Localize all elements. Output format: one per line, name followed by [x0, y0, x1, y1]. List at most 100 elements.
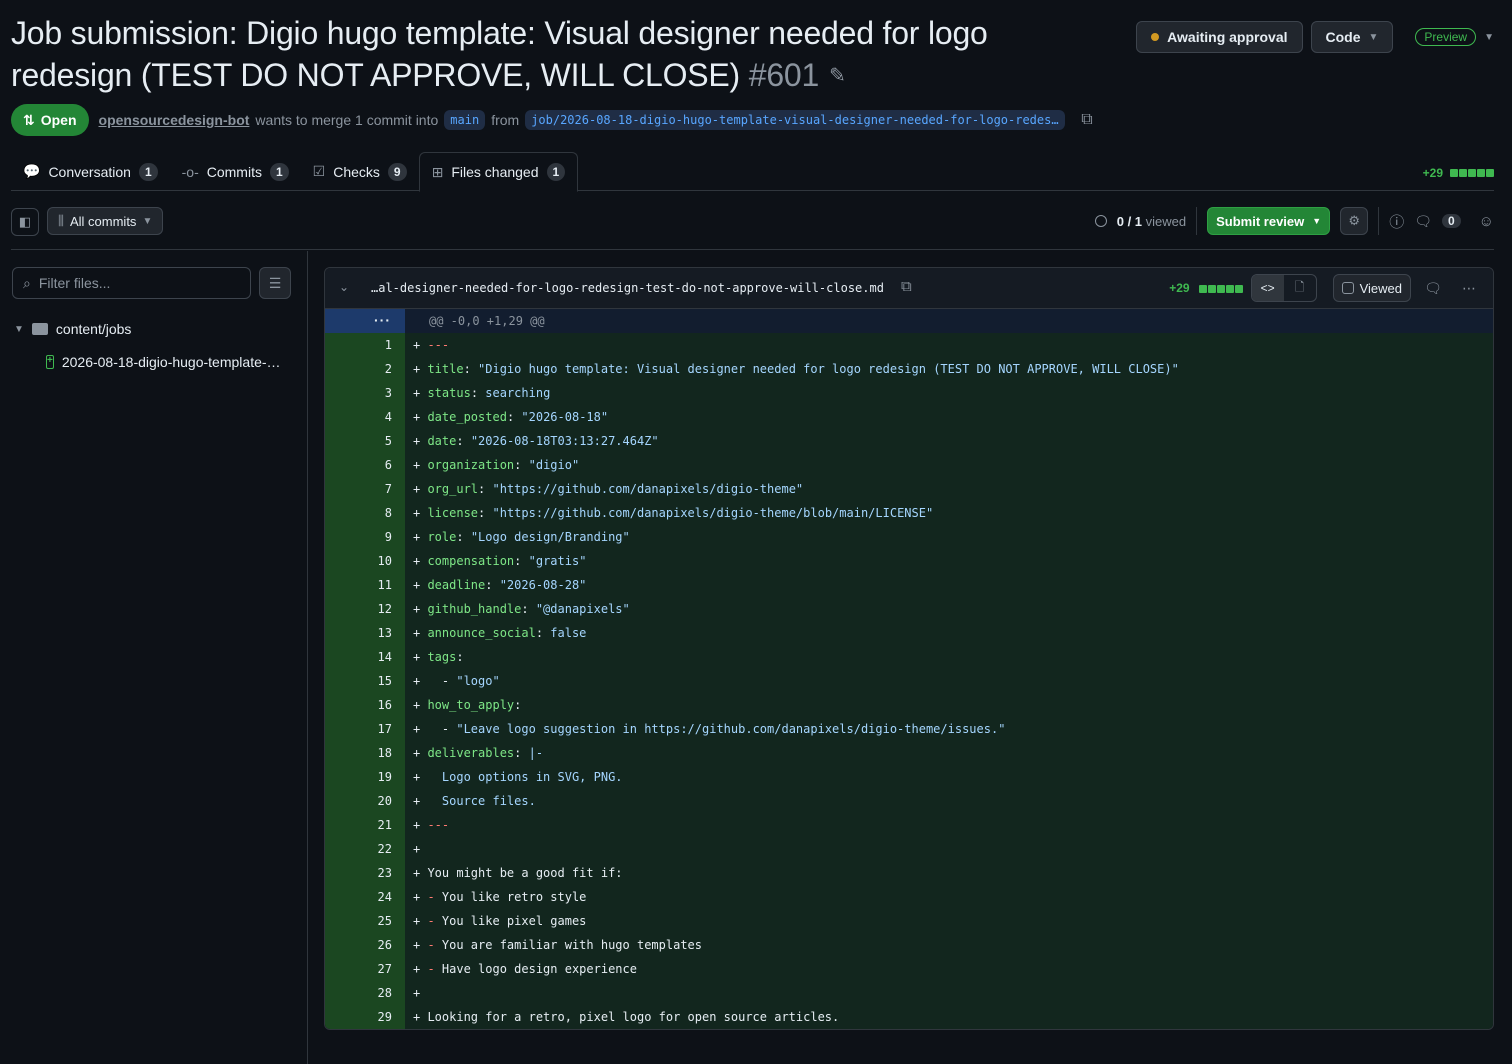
- kebab-menu-icon[interactable]: ⋯: [1455, 280, 1483, 297]
- head-branch[interactable]: job/2026-08-18-digio-hugo-template-visua…: [525, 110, 1066, 130]
- pr-number: #601: [748, 57, 820, 93]
- file-diff-icon: ⊞: [431, 163, 444, 180]
- line-number[interactable]: 16: [325, 693, 405, 717]
- diff-line: 26 + - You are familiar with hugo templat…: [325, 933, 1493, 957]
- tree-directory[interactable]: ▼ content/jobs: [14, 321, 131, 337]
- diff-line: 18 + deliverables: |-: [325, 741, 1493, 765]
- code-button[interactable]: Code ▼: [1310, 21, 1394, 53]
- line-number[interactable]: 1: [325, 333, 405, 357]
- copy-path-icon[interactable]: ⧉: [901, 278, 912, 295]
- checklist-icon: ☑: [312, 163, 326, 179]
- base-branch[interactable]: main: [444, 110, 486, 130]
- line-number[interactable]: 4: [325, 405, 405, 429]
- info-icon[interactable]: ⓘ: [1389, 211, 1404, 232]
- comment-icon[interactable]: 🗨: [1414, 213, 1432, 230]
- edit-pencil-icon[interactable]: ✎: [829, 55, 846, 97]
- all-commits-dropdown[interactable]: ⫼ All commits ▼: [47, 207, 164, 235]
- pr-title: Job submission: Digio hugo template: Vis…: [11, 12, 1101, 97]
- line-code: +: [413, 986, 428, 1000]
- toolbar-right: 0 / 1 viewed Submit review ▼ ⚙ ⓘ 🗨 0 ☺: [1094, 207, 1494, 235]
- tab-commits[interactable]: -o- Commits 1: [170, 152, 301, 191]
- viewed-checkbox[interactable]: Viewed: [1332, 274, 1411, 302]
- line-number[interactable]: 11: [325, 573, 405, 597]
- filter-files-field[interactable]: ⌕: [12, 267, 251, 299]
- status-dot-icon: [1151, 33, 1160, 41]
- collapse-chevron-icon[interactable]: ⌄: [339, 280, 349, 294]
- line-number[interactable]: 28: [325, 981, 405, 1005]
- directory-label: content/jobs: [55, 321, 132, 337]
- line-number[interactable]: 17: [325, 717, 405, 741]
- line-number[interactable]: 15: [325, 669, 405, 693]
- diff-line: 10 + compensation: "gratis": [325, 549, 1493, 573]
- copilot-icon[interactable]: ☺: [1479, 213, 1494, 230]
- line-number[interactable]: 24: [325, 885, 405, 909]
- diff-line: 19 + Logo options in SVG, PNG.: [325, 765, 1493, 789]
- line-number[interactable]: 18: [325, 741, 405, 765]
- filter-options-icon[interactable]: ☰: [259, 267, 291, 299]
- viewed-total: / 1: [1127, 213, 1143, 229]
- line-code: + - You like pixel games: [413, 914, 587, 928]
- tab-files-changed[interactable]: ⊞ Files changed 1: [418, 152, 579, 192]
- line-number[interactable]: 2: [325, 357, 405, 381]
- filter-files-input[interactable]: [38, 275, 229, 291]
- diff-line: 21 + ---: [325, 813, 1493, 837]
- line-code: + - Have logo design experience: [413, 962, 637, 976]
- expand-icon[interactable]: ···: [325, 309, 405, 333]
- preview-chevron-icon[interactable]: ▼: [1484, 32, 1494, 43]
- diff-line: 6 + organization: "digio": [325, 453, 1493, 477]
- gear-icon[interactable]: ⚙: [1340, 207, 1369, 235]
- files-toolbar: ◧ ⫼ All commits ▼ 0 / 1 viewed Submit revi…: [11, 200, 1494, 250]
- sidebar-collapse-icon[interactable]: ◧: [11, 208, 39, 236]
- line-code: + how_to_apply:: [413, 698, 522, 712]
- file-label: 2026-08-18-digio-hugo-template-visual-de…: [61, 354, 286, 370]
- line-number[interactable]: 7: [325, 477, 405, 501]
- submit-label: Submit review: [1216, 213, 1305, 229]
- line-number[interactable]: 13: [325, 621, 405, 645]
- line-code: + date: "2026-08-18T03:13:27.464Z": [413, 434, 659, 448]
- line-number[interactable]: 10: [325, 549, 405, 573]
- line-code: + deliverables: |-: [413, 746, 544, 760]
- comment-icon[interactable]: 🗨: [1419, 280, 1447, 297]
- diff-lines: 1 + --- 2 + title: "Digio hugo template: Vi…: [325, 333, 1493, 1029]
- file-path[interactable]: …al-designer-needed-for-logo-redesign-te…: [371, 281, 884, 295]
- tree-file[interactable]: +2026-08-18-digio-hugo-template-visual-d…: [46, 354, 286, 370]
- file-additions: +29: [1169, 281, 1190, 295]
- line-number[interactable]: 23: [325, 861, 405, 885]
- submit-review-button[interactable]: Submit review ▼: [1207, 207, 1331, 235]
- copy-icon[interactable]: ⧉: [1081, 111, 1092, 129]
- line-number[interactable]: 26: [325, 933, 405, 957]
- author-link[interactable]: opensourcedesign-bot: [99, 112, 250, 128]
- diff-line: 27 + - Have logo design experience: [325, 957, 1493, 981]
- diff-line: 20 + Source files.: [325, 789, 1493, 813]
- line-number[interactable]: 5: [325, 429, 405, 453]
- code-view-icon[interactable]: <>: [1251, 275, 1284, 301]
- line-number[interactable]: 8: [325, 501, 405, 525]
- diffstat-additions: +29: [1422, 166, 1443, 180]
- preview-badge[interactable]: Preview: [1415, 28, 1477, 46]
- line-number[interactable]: 12: [325, 597, 405, 621]
- file-diffstat-blocks: [1198, 280, 1243, 296]
- line-number[interactable]: 25: [325, 909, 405, 933]
- line-code: + role: "Logo design/Branding": [413, 530, 630, 544]
- tab-checks[interactable]: ☑ Checks 9: [301, 152, 419, 191]
- rich-view-icon[interactable]: 🗋: [1284, 275, 1316, 301]
- line-number[interactable]: 20: [325, 789, 405, 813]
- line-code: + date_posted: "2026-08-18": [413, 410, 609, 424]
- line-number[interactable]: 29: [325, 1005, 405, 1029]
- line-number[interactable]: 6: [325, 453, 405, 477]
- line-number[interactable]: 27: [325, 957, 405, 981]
- line-number[interactable]: 19: [325, 765, 405, 789]
- awaiting-approval-button[interactable]: Awaiting approval: [1136, 21, 1303, 53]
- state-badge: ⇅ Open: [11, 104, 89, 136]
- line-number[interactable]: 14: [325, 645, 405, 669]
- diff-line: 13 + announce_social: false: [325, 621, 1493, 645]
- chevron-down-icon: ▼: [1368, 31, 1379, 43]
- line-number[interactable]: 21: [325, 813, 405, 837]
- line-number[interactable]: 3: [325, 381, 405, 405]
- viewed-count: 0: [1116, 213, 1124, 229]
- diff-line: 15 + - "logo": [325, 669, 1493, 693]
- line-number[interactable]: 22: [325, 837, 405, 861]
- tab-conversation[interactable]: 💬 Conversation 1: [11, 152, 170, 191]
- folder-icon: [31, 323, 48, 335]
- line-number[interactable]: 9: [325, 525, 405, 549]
